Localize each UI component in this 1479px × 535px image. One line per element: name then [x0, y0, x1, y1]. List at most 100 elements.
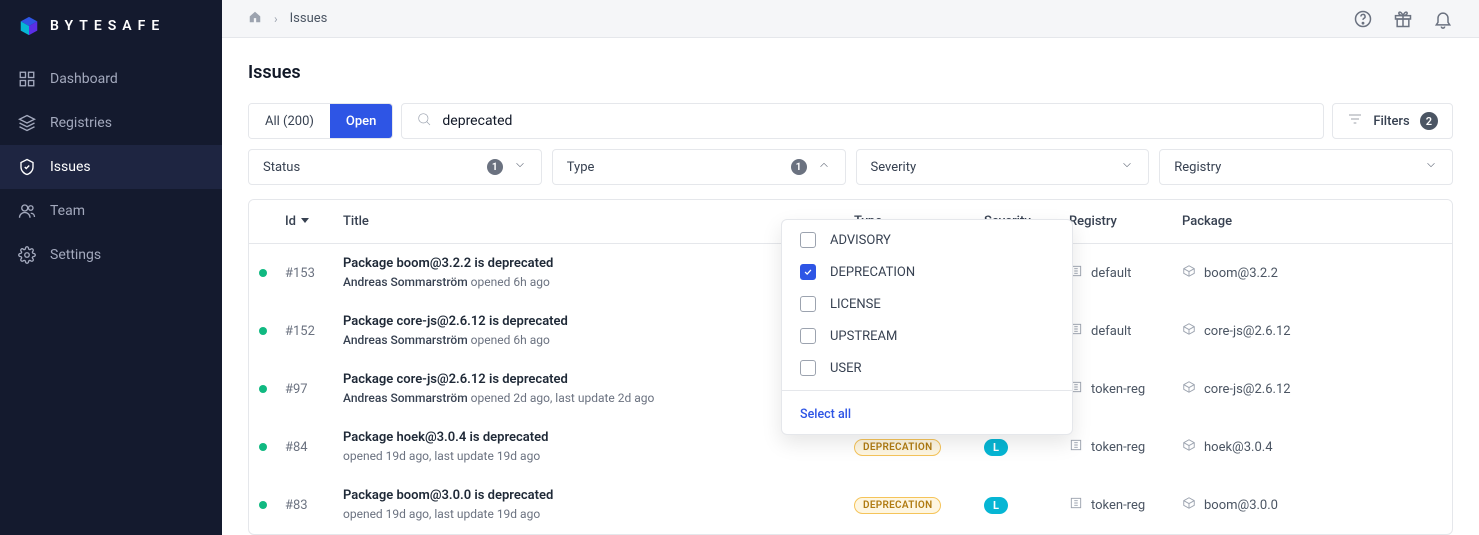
- package-icon: [1182, 496, 1196, 514]
- chevron-up-icon: [817, 158, 831, 176]
- type-filter-dropdown: ADVISORY DEPRECATIONLICENSE UPSTREAM USER S…: [781, 219, 1073, 435]
- registry-name: token-reg: [1091, 440, 1145, 455]
- filter-type-count: 1: [791, 159, 807, 175]
- dropdown-option[interactable]: LICENSE: [782, 288, 1072, 320]
- sidebar-item-label: Settings: [50, 247, 101, 263]
- registry-name: default: [1091, 324, 1131, 339]
- sidebar-item-settings[interactable]: Settings: [0, 233, 222, 277]
- registry-name: token-reg: [1091, 498, 1145, 513]
- bell-icon[interactable]: [1433, 9, 1453, 29]
- checkbox-icon: [800, 328, 816, 344]
- sidebar-nav: Dashboard Registries Issues Team Setting…: [0, 57, 222, 277]
- filter-icon: [1347, 111, 1363, 131]
- package-icon: [1182, 380, 1196, 398]
- filter-bar-selects: Status 1 Type 1 Severity Registry: [248, 149, 1453, 185]
- status-dot-icon: [259, 443, 267, 451]
- type-badge: DEPRECATION: [854, 497, 941, 514]
- issue-title: Package hoek@3.0.4 is deprecated: [343, 430, 854, 445]
- issue-author: Andreas Sommarström: [343, 391, 468, 405]
- col-id[interactable]: Id: [285, 214, 343, 229]
- help-icon[interactable]: [1353, 9, 1373, 29]
- search-input[interactable]: [442, 113, 1309, 129]
- dropdown-option[interactable]: USER: [782, 352, 1072, 384]
- issue-title: Package core-js@2.6.12 is deprecated: [343, 314, 854, 329]
- type-badge: DEPRECATION: [854, 439, 941, 456]
- col-title[interactable]: Title: [343, 214, 854, 229]
- gift-icon[interactable]: [1393, 9, 1413, 29]
- registry-name: token-reg: [1091, 382, 1145, 397]
- filters-label: Filters: [1373, 114, 1409, 129]
- sidebar-item-label: Dashboard: [50, 71, 118, 87]
- col-registry[interactable]: Registry: [1069, 214, 1182, 229]
- sidebar-item-label: Team: [50, 203, 85, 219]
- sidebar-item-label: Issues: [50, 159, 91, 175]
- search-wrap[interactable]: [401, 103, 1324, 139]
- package-name: core-js@2.6.12: [1204, 324, 1291, 339]
- select-all-link[interactable]: Select all: [800, 407, 851, 422]
- table-row[interactable]: #83 Package boom@3.0.0 is deprecated ope…: [249, 476, 1452, 534]
- dropdown-option[interactable]: DEPRECATION: [782, 256, 1072, 288]
- registry-name: default: [1091, 266, 1131, 281]
- topbar: › Issues: [222, 0, 1479, 38]
- team-icon: [18, 202, 36, 220]
- col-package[interactable]: Package: [1182, 214, 1442, 229]
- issue-meta: opened 19d ago, last update 19d ago: [343, 507, 540, 521]
- filters-count-badge: 2: [1420, 112, 1438, 130]
- breadcrumb-home-icon[interactable]: [248, 10, 262, 28]
- breadcrumb: › Issues: [248, 10, 327, 28]
- registry-icon: [1069, 438, 1083, 456]
- issue-author: Andreas Sommarström: [343, 275, 468, 289]
- filter-severity[interactable]: Severity: [856, 149, 1150, 185]
- sidebar-item-label: Registries: [50, 115, 112, 131]
- content: Issues All (200) Open Filters 2 Status: [222, 38, 1479, 535]
- filter-status-label: Status: [263, 160, 300, 175]
- sidebar-item-registries[interactable]: Registries: [0, 101, 222, 145]
- issues-icon: [18, 158, 36, 176]
- dropdown-option[interactable]: UPSTREAM: [782, 320, 1072, 352]
- package-name: boom@3.0.0: [1204, 498, 1278, 513]
- breadcrumb-separator: ›: [274, 12, 278, 26]
- package-name: core-js@2.6.12: [1204, 382, 1291, 397]
- filter-registry[interactable]: Registry: [1159, 149, 1453, 185]
- dropdown-option-label: ADVISORY: [830, 233, 891, 248]
- sort-desc-icon: [300, 214, 310, 229]
- issue-meta: Andreas Sommarström opened 6h ago: [343, 275, 550, 289]
- package-name: boom@3.2.2: [1204, 266, 1278, 281]
- brand: BYTESAFE: [0, 0, 222, 57]
- package-icon: [1182, 322, 1196, 340]
- tab-open[interactable]: Open: [330, 104, 392, 138]
- issue-id: #152: [285, 324, 315, 339]
- filter-type[interactable]: Type 1: [552, 149, 846, 185]
- chevron-down-icon: [513, 158, 527, 176]
- filter-status[interactable]: Status 1: [248, 149, 542, 185]
- dropdown-option-label: UPSTREAM: [830, 329, 897, 344]
- search-icon: [416, 111, 432, 131]
- severity-badge: L: [984, 439, 1008, 456]
- package-icon: [1182, 438, 1196, 456]
- filter-type-label: Type: [567, 160, 595, 175]
- main: › Issues Issues All (200) Open Filters 2: [222, 0, 1479, 535]
- issue-id: #153: [285, 266, 315, 281]
- issue-meta: Andreas Sommarström opened 2d ago, last …: [343, 391, 654, 405]
- chevron-down-icon: [1120, 158, 1134, 176]
- issue-title: Package boom@3.0.0 is deprecated: [343, 488, 854, 503]
- brand-logo-icon: [18, 15, 40, 37]
- checkbox-icon: [800, 360, 816, 376]
- issue-title: Package core-js@2.6.12 is deprecated: [343, 372, 854, 387]
- sidebar-item-team[interactable]: Team: [0, 189, 222, 233]
- checkbox-icon: [800, 296, 816, 312]
- issue-title: Package boom@3.2.2 is deprecated: [343, 256, 854, 271]
- issue-meta: Andreas Sommarström opened 6h ago: [343, 333, 550, 347]
- filter-registry-label: Registry: [1174, 160, 1221, 175]
- sidebar-item-issues[interactable]: Issues: [0, 145, 222, 189]
- chevron-down-icon: [1424, 158, 1438, 176]
- dropdown-option[interactable]: ADVISORY: [782, 224, 1072, 256]
- filters-button[interactable]: Filters 2: [1332, 103, 1453, 139]
- filter-severity-label: Severity: [871, 160, 917, 175]
- sidebar: BYTESAFE Dashboard Registries Issues Tea…: [0, 0, 222, 535]
- dropdown-option-label: USER: [830, 361, 862, 376]
- sidebar-item-dashboard[interactable]: Dashboard: [0, 57, 222, 101]
- tab-all[interactable]: All (200): [249, 104, 330, 138]
- status-dot-icon: [259, 385, 267, 393]
- breadcrumb-current[interactable]: Issues: [290, 11, 328, 26]
